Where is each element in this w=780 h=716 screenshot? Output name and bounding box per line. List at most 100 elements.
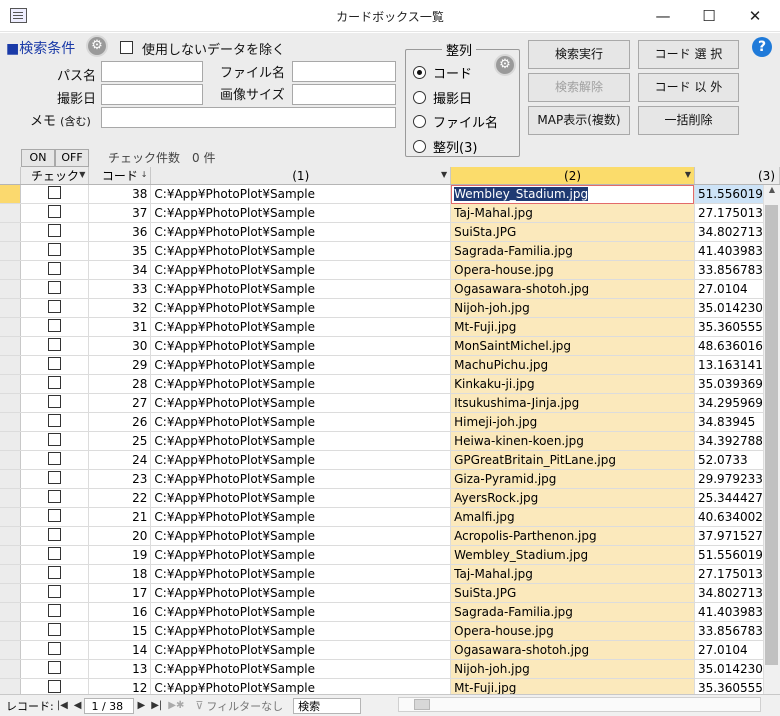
row-check-cell[interactable] <box>20 602 90 622</box>
row-check-cell[interactable] <box>20 545 90 565</box>
row-checkbox[interactable] <box>48 604 62 617</box>
table-row[interactable]: 13 C:¥App¥PhotoPlot¥Sample Nijoh-joh.jpg 35… <box>0 659 780 679</box>
table-row[interactable]: 26 C:¥App¥PhotoPlot¥Sample Himeji-joh.jpg 3… <box>0 412 780 432</box>
file-cell[interactable]: Mt-Fuji.jpg <box>450 678 695 694</box>
file-cell[interactable]: Itsukushima-Jinja.jpg <box>450 393 695 413</box>
table-row[interactable]: 27 C:¥App¥PhotoPlot¥Sample Itsukushima-Jin… <box>0 393 780 413</box>
file-cell[interactable]: Mt-Fuji.jpg <box>450 317 695 337</box>
search-run-button[interactable]: 検索実行 <box>528 40 630 69</box>
row-checkbox[interactable] <box>48 243 62 256</box>
row-checkbox[interactable] <box>48 566 62 579</box>
row-check-cell[interactable] <box>20 583 90 603</box>
table-row[interactable]: 12 C:¥App¥PhotoPlot¥Sample Mt-Fuji.jpg 35.3… <box>0 678 780 694</box>
code-cell[interactable]: 32 <box>88 298 152 318</box>
dropdown-arrow-icon[interactable]: ▼ <box>685 170 691 179</box>
vertical-scroll-thumb[interactable] <box>765 205 778 665</box>
path-cell[interactable]: C:¥App¥PhotoPlot¥Sample <box>150 355 452 375</box>
row-check-cell[interactable] <box>20 260 90 280</box>
row-checkbox[interactable] <box>48 528 62 541</box>
record-selector[interactable] <box>0 260 22 280</box>
code-cell[interactable]: 13 <box>88 659 152 679</box>
close-button[interactable]: ✕ <box>732 0 778 32</box>
check-all-on-button[interactable]: ON <box>21 149 55 167</box>
record-selector[interactable] <box>0 659 22 679</box>
record-selector[interactable] <box>0 222 22 242</box>
select-all-corner[interactable] <box>0 167 22 185</box>
code-cell[interactable]: 16 <box>88 602 152 622</box>
sort-option-date[interactable]: 撮影日 <box>413 88 472 107</box>
exclude-unused-checkbox[interactable] <box>120 41 133 54</box>
record-selector[interactable] <box>0 621 22 641</box>
table-row[interactable]: 16 C:¥App¥PhotoPlot¥Sample Sagrada-Familia… <box>0 602 780 622</box>
path-cell[interactable]: C:¥App¥PhotoPlot¥Sample <box>150 241 452 261</box>
previous-record-icon[interactable]: ◀ <box>74 700 82 711</box>
row-checkbox[interactable] <box>48 471 62 484</box>
path-cell[interactable]: C:¥App¥PhotoPlot¥Sample <box>150 469 452 489</box>
bulk-delete-button[interactable]: 一括削除 <box>638 106 739 135</box>
row-check-cell[interactable] <box>20 678 90 694</box>
table-row[interactable]: 31 C:¥App¥PhotoPlot¥Sample Mt-Fuji.jpg 35.3… <box>0 317 780 337</box>
row-check-cell[interactable] <box>20 298 90 318</box>
code-cell[interactable]: 22 <box>88 488 152 508</box>
code-cell[interactable]: 12 <box>88 678 152 694</box>
file-cell[interactable]: MachuPichu.jpg <box>450 355 695 375</box>
row-check-cell[interactable] <box>20 526 90 546</box>
file-name-input[interactable] <box>292 61 396 82</box>
sort-option-code[interactable]: コード <box>413 63 472 82</box>
file-cell[interactable]: Ogasawara-shotoh.jpg <box>450 279 695 299</box>
table-row[interactable]: 14 C:¥App¥PhotoPlot¥Sample Ogasawara-shoto… <box>0 640 780 660</box>
row-checkbox[interactable] <box>48 547 62 560</box>
path-cell[interactable]: C:¥App¥PhotoPlot¥Sample <box>150 298 452 318</box>
path-cell[interactable]: C:¥App¥PhotoPlot¥Sample <box>150 583 452 603</box>
record-selector[interactable] <box>0 678 22 694</box>
table-row[interactable]: 29 C:¥App¥PhotoPlot¥Sample MachuPichu.jpg 1… <box>0 355 780 375</box>
path-cell[interactable]: C:¥App¥PhotoPlot¥Sample <box>150 412 452 432</box>
code-cell[interactable]: 21 <box>88 507 152 527</box>
record-selector[interactable] <box>0 298 22 318</box>
code-cell[interactable]: 26 <box>88 412 152 432</box>
row-check-cell[interactable] <box>20 659 90 679</box>
record-selector[interactable] <box>0 241 22 261</box>
table-row[interactable]: 24 C:¥App¥PhotoPlot¥Sample GPGreatBritain_… <box>0 450 780 470</box>
sort-option-3[interactable]: 整列(3) <box>413 137 477 156</box>
table-row[interactable]: 28 C:¥App¥PhotoPlot¥Sample Kinkaku-ji.jpg 3… <box>0 374 780 394</box>
path-cell[interactable]: C:¥App¥PhotoPlot¥Sample <box>150 564 452 584</box>
record-selector[interactable] <box>0 602 22 622</box>
row-check-cell[interactable] <box>20 621 90 641</box>
radio-icon[interactable] <box>413 91 426 104</box>
code-cell[interactable]: 31 <box>88 317 152 337</box>
path-cell[interactable]: C:¥App¥PhotoPlot¥Sample <box>150 374 452 394</box>
row-checkbox[interactable] <box>48 376 62 389</box>
row-check-cell[interactable] <box>20 431 90 451</box>
maximize-button[interactable]: ☐ <box>686 0 732 32</box>
file-cell[interactable]: Amalfi.jpg <box>450 507 695 527</box>
new-record-icon[interactable]: ▶✱ <box>168 700 184 711</box>
column-check[interactable]: チェック ▼ <box>20 167 90 185</box>
file-cell[interactable]: Wembley_Stadium.jpg <box>450 545 695 565</box>
table-row[interactable]: 35 C:¥App¥PhotoPlot¥Sample Sagrada-Familia… <box>0 241 780 261</box>
table-row[interactable]: 38 C:¥App¥PhotoPlot¥Sample Wembley_Stadium… <box>0 184 780 204</box>
code-cell[interactable]: 18 <box>88 564 152 584</box>
filter-funnel-icon[interactable]: ⊽ <box>195 699 203 712</box>
code-cell[interactable]: 14 <box>88 640 152 660</box>
row-check-cell[interactable] <box>20 488 90 508</box>
record-selector[interactable] <box>0 355 22 375</box>
search-settings-gear-icon[interactable]: ⚙ <box>86 35 108 57</box>
record-selector[interactable] <box>0 279 22 299</box>
file-cell[interactable]: Sagrada-Familia.jpg <box>450 241 695 261</box>
file-cell[interactable]: Opera-house.jpg <box>450 621 695 641</box>
row-checkbox[interactable] <box>48 661 62 674</box>
path-cell[interactable]: C:¥App¥PhotoPlot¥Sample <box>150 317 452 337</box>
code-cell[interactable]: 28 <box>88 374 152 394</box>
code-cell[interactable]: 24 <box>88 450 152 470</box>
code-cell[interactable]: 23 <box>88 469 152 489</box>
row-checkbox[interactable] <box>48 395 62 408</box>
row-checkbox[interactable] <box>48 414 62 427</box>
row-check-cell[interactable] <box>20 564 90 584</box>
code-cell[interactable]: 19 <box>88 545 152 565</box>
row-check-cell[interactable] <box>20 507 90 527</box>
row-check-cell[interactable] <box>20 393 90 413</box>
path-cell[interactable]: C:¥App¥PhotoPlot¥Sample <box>150 393 452 413</box>
row-check-cell[interactable] <box>20 279 90 299</box>
path-cell[interactable]: C:¥App¥PhotoPlot¥Sample <box>150 621 452 641</box>
